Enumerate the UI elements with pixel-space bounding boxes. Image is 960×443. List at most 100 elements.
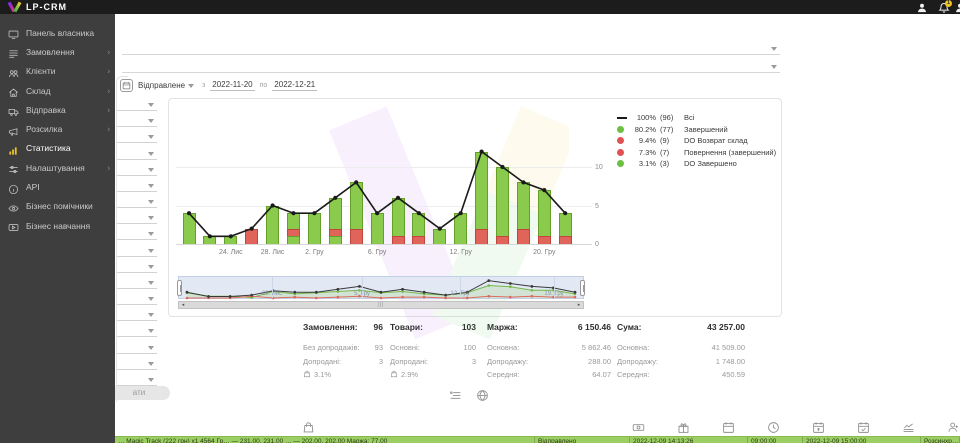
calendar-icon[interactable]: [722, 421, 735, 434]
chevron-down-icon: [148, 152, 154, 156]
sidebar-item-label: Клієнти: [26, 66, 55, 76]
sidebar-item-10[interactable]: Бізнес помічники: [0, 197, 115, 216]
upsell-percent: 3.1%: [303, 368, 383, 382]
chevron-right-icon: ›: [107, 125, 110, 134]
date-to-input[interactable]: 2022-12-21: [272, 80, 317, 91]
chevron-down-icon: [148, 378, 154, 382]
filter-select-top-2[interactable]: [122, 56, 780, 73]
date-type-select[interactable]: Відправлене: [138, 81, 197, 90]
legend-text: DO Возврат склад: [684, 136, 748, 145]
navigator-series: [179, 277, 585, 300]
side-filter-select-5[interactable]: [117, 161, 157, 176]
side-filter-select-11[interactable]: [117, 258, 157, 273]
chevron-down-icon: [148, 216, 154, 220]
summary-row: Основна:5 862.46: [487, 341, 611, 355]
summary-column-3: Маржа:6 150.46Основна:5 862.46Допродажу:…: [487, 322, 611, 382]
calendar-up-icon[interactable]: [812, 421, 825, 434]
sidebar-item-6[interactable]: Розсилка›: [0, 119, 115, 138]
table-row[interactable]: … Magic Track (222 грн) х1 4564 Гр… — 23…: [115, 436, 960, 443]
calendar-button[interactable]: [120, 79, 133, 92]
side-filter-select-18[interactable]: [117, 371, 157, 386]
y-axis-tick: 0: [595, 241, 599, 248]
side-filter-select-16[interactable]: [117, 339, 157, 354]
navigator-right-handle[interactable]: [580, 280, 585, 296]
summary-row-label: Основна:: [617, 343, 649, 352]
show-button[interactable]: ати: [108, 386, 170, 400]
bag-icon: [303, 370, 311, 380]
side-filter-select-15[interactable]: [117, 322, 157, 337]
legend-text: (77): [660, 125, 684, 134]
sidebar-item-3[interactable]: Клієнти›: [0, 62, 115, 81]
filter-select-top-1[interactable]: [122, 38, 780, 55]
app-logo[interactable]: LP-CRM: [7, 1, 67, 13]
bag-icon: [390, 370, 398, 380]
chevron-down-icon: [771, 65, 777, 69]
scroll-left-icon[interactable]: ◂: [179, 302, 187, 308]
side-filter-select-1[interactable]: [117, 96, 157, 111]
sidebar-item-label: Панель власника: [26, 28, 94, 38]
navigator-date-label: 12. Гру: [450, 291, 469, 297]
scroll-right-icon[interactable]: ▸: [575, 302, 583, 308]
user-plus-icon[interactable]: [947, 421, 960, 434]
listdot-icon[interactable]: [449, 389, 462, 402]
legend-text: (3): [660, 159, 684, 168]
sidebar-item-2[interactable]: Замовлення›: [0, 42, 115, 61]
stats-icon: [8, 143, 19, 154]
orders-icon: [8, 46, 19, 57]
sidebar-item-9[interactable]: API: [0, 177, 115, 196]
x-axis-tick: 20. Гру: [533, 249, 555, 256]
side-filter-select-4[interactable]: [117, 145, 157, 160]
side-filter-select-7[interactable]: [117, 193, 157, 208]
summary-row-label: Допродажу:: [617, 357, 658, 366]
legend-item-3[interactable]: 9.4%(9)DO Возврат склад: [617, 135, 776, 147]
side-filter-select-2[interactable]: [117, 112, 157, 127]
side-filter-select-6[interactable]: [117, 177, 157, 192]
chevron-down-icon: [148, 103, 154, 107]
side-filter-select-3[interactable]: [117, 128, 157, 143]
sidebar-item-7[interactable]: Статистика: [0, 139, 115, 158]
report-icon[interactable]: [902, 421, 915, 434]
globe-icon[interactable]: [476, 389, 489, 402]
settings-icon: [8, 162, 19, 173]
legend-item-5[interactable]: 3.1%(3)DO Завершено: [617, 158, 776, 170]
side-filter-select-10[interactable]: [117, 242, 157, 257]
summary-row-label: Допродажу:: [487, 357, 528, 366]
legend-text: 100%: [632, 113, 660, 122]
sidebar-item-label: API: [26, 182, 40, 192]
legend-symbol: [617, 126, 624, 133]
scrollbar-grip[interactable]: |||: [378, 302, 385, 308]
secondary-user-icon[interactable]: [954, 1, 960, 13]
banknote-icon[interactable]: [632, 421, 645, 434]
sidebar-item-11[interactable]: Бізнес навчання: [0, 216, 115, 235]
orders-chart-plot: [176, 109, 592, 245]
summary-row: Допродажу:1 748.00: [617, 355, 745, 369]
side-filter-select-13[interactable]: [117, 290, 157, 305]
legend-text: 80.2%: [632, 125, 660, 134]
chart-scrollbar[interactable]: ◂ ||| ▸: [178, 301, 584, 309]
api-icon: [8, 182, 19, 193]
gift-icon[interactable]: [677, 421, 690, 434]
side-filter-select-14[interactable]: [117, 306, 157, 321]
summary-column-1: Замовлення:96Без допродажів:93Допродані:…: [303, 322, 383, 382]
date-filter-row: Відправлене з 2022-11-20 по 2022-12-21: [120, 77, 317, 93]
user-account-icon[interactable]: [916, 1, 928, 13]
side-filter-select-17[interactable]: [117, 355, 157, 370]
legend-item-1[interactable]: 100%(96)Всі: [617, 112, 776, 124]
sidebar-item-5[interactable]: Відправка›: [0, 100, 115, 119]
chart-range-navigator[interactable]: 28. Лис5. Гру12. Гру19. Гру: [178, 276, 584, 299]
legend-item-4[interactable]: 7.3%(7)Повернення (завершений): [617, 147, 776, 159]
side-filter-select-9[interactable]: [117, 225, 157, 240]
sidebar-item-8[interactable]: Налаштування›: [0, 158, 115, 177]
date-from-input[interactable]: 2022-11-20: [210, 80, 254, 91]
bag-icon[interactable]: [302, 421, 315, 434]
navigator-left-handle[interactable]: [177, 280, 182, 296]
clock-icon[interactable]: [767, 421, 780, 434]
legend-item-2[interactable]: 80.2%(77)Завершений: [617, 124, 776, 136]
side-filter-select-12[interactable]: [117, 274, 157, 289]
navigator-date-label: 28. Лис: [262, 291, 282, 297]
sidebar-item-1[interactable]: Панель власника: [0, 23, 115, 42]
calendar-check-icon[interactable]: [857, 421, 870, 434]
sidebar-item-4[interactable]: Склад›: [0, 81, 115, 100]
side-filter-select-8[interactable]: [117, 209, 157, 224]
chevron-right-icon: ›: [107, 163, 110, 172]
